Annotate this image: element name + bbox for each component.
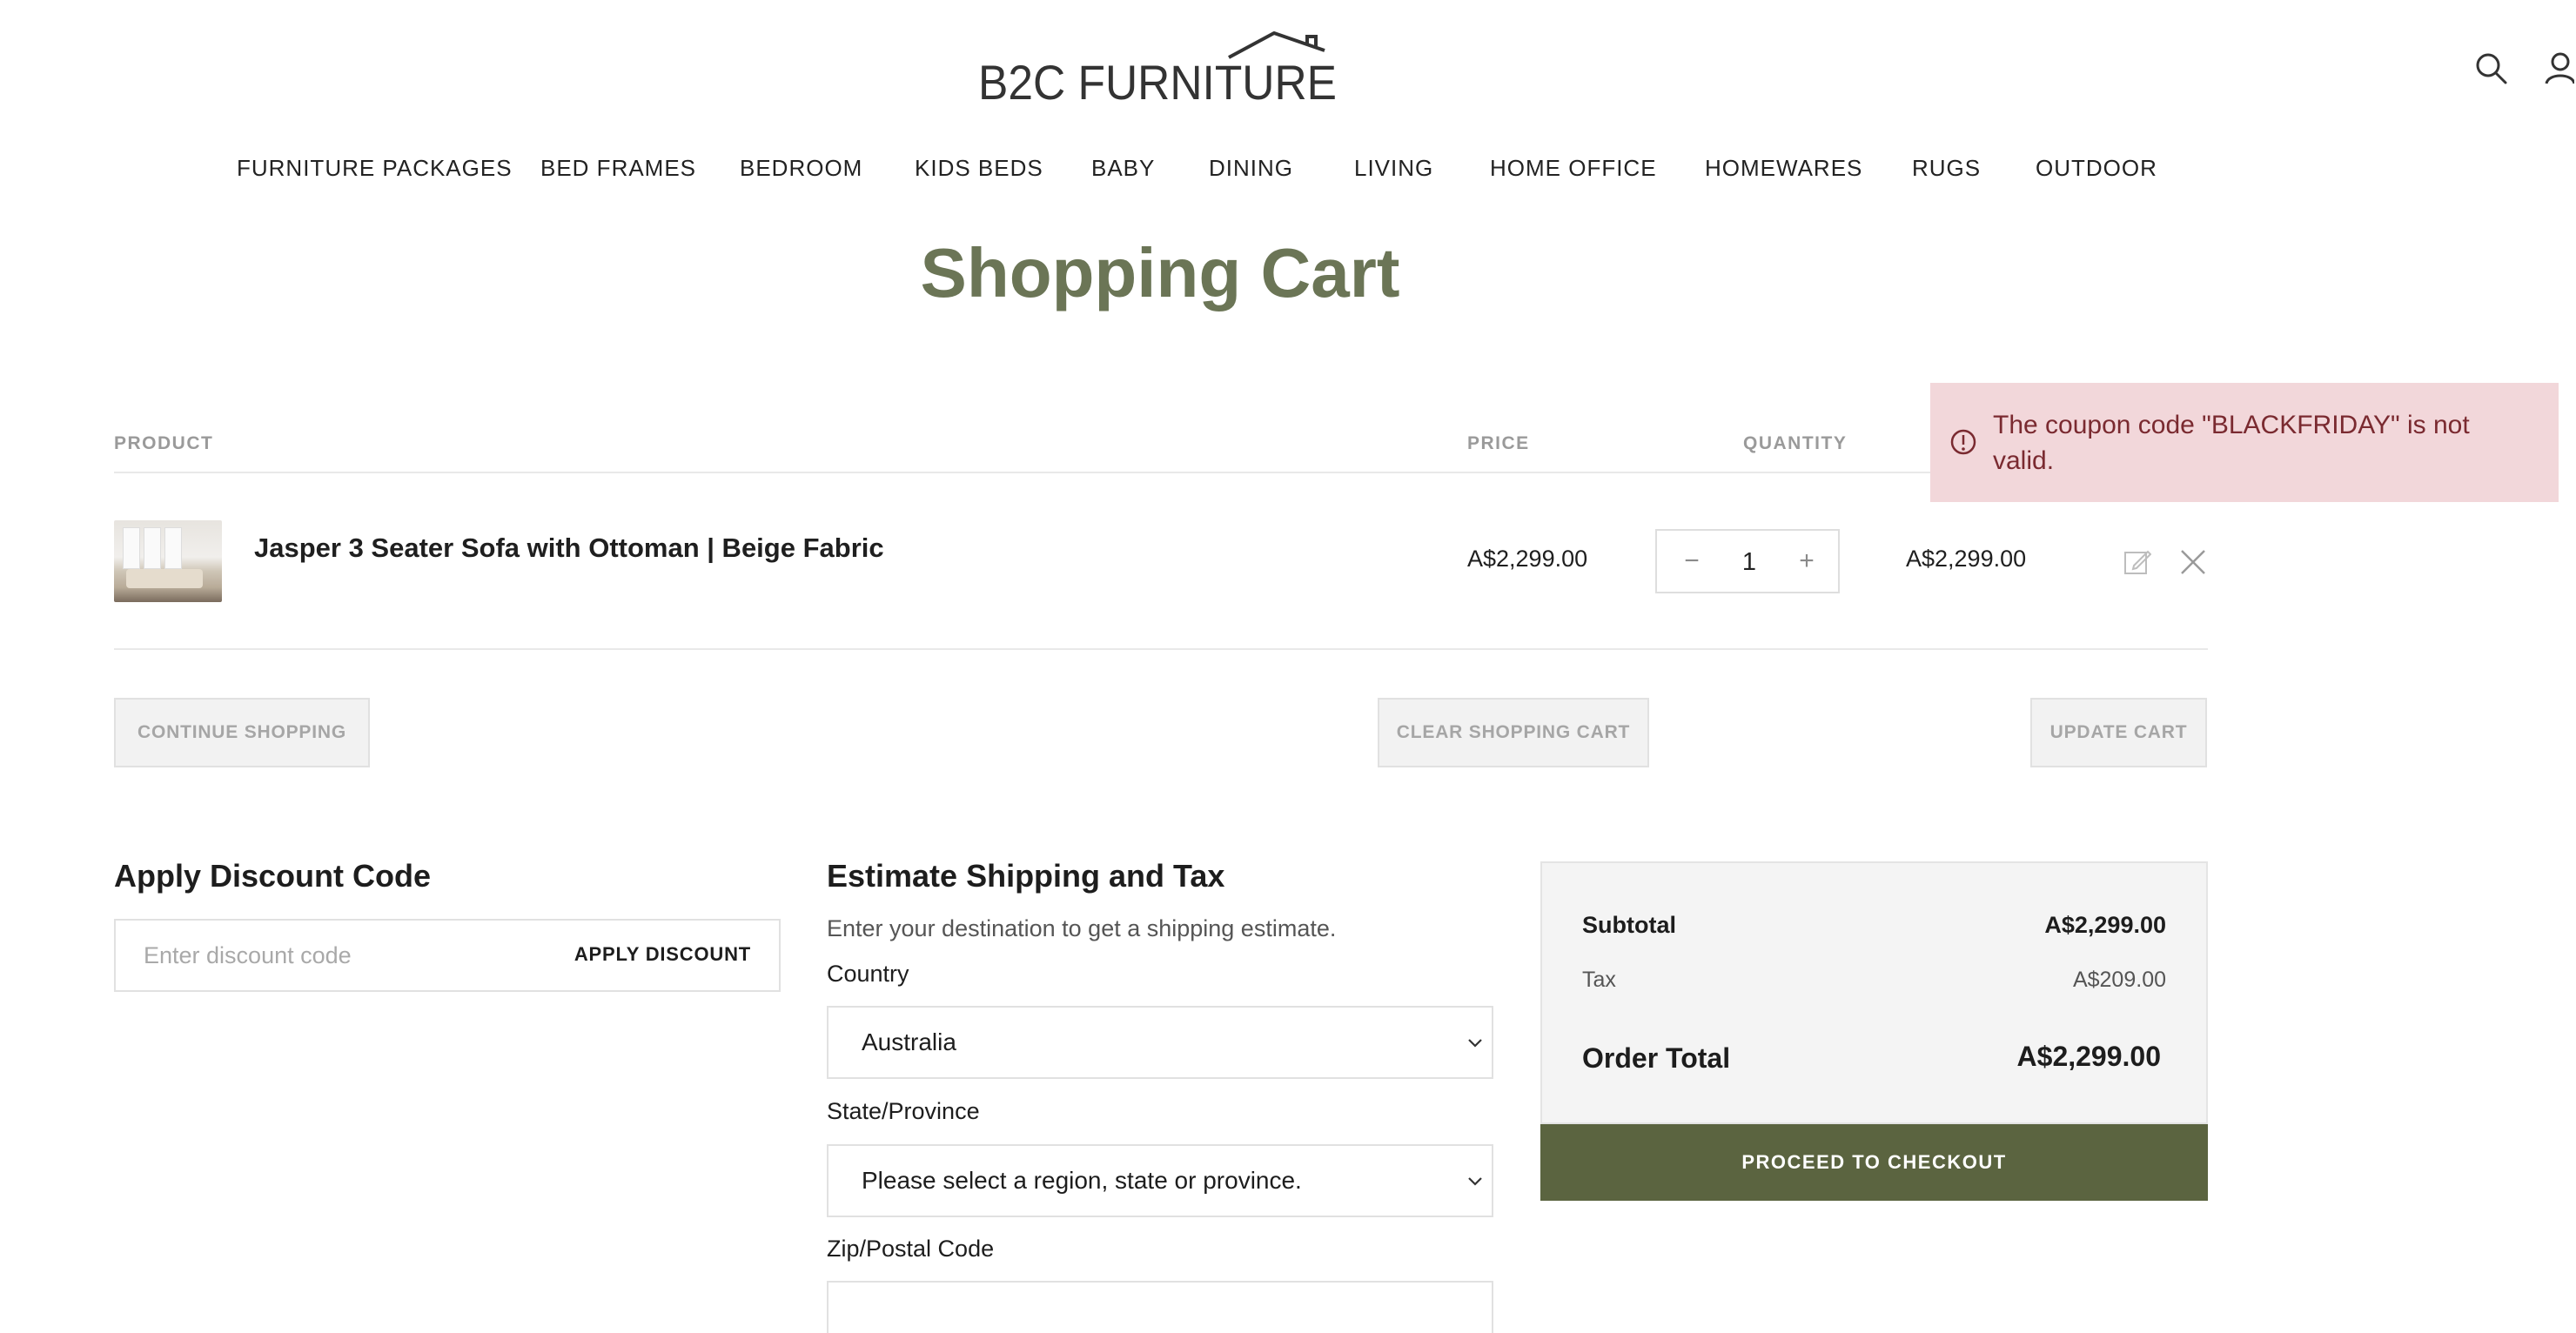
quantity-stepper: − 1 + bbox=[1655, 529, 1840, 593]
zip-input[interactable] bbox=[827, 1281, 1493, 1333]
discount-title: Apply Discount Code bbox=[114, 858, 432, 894]
proceed-to-checkout-button[interactable]: PROCEED TO CHECKOUT bbox=[1540, 1124, 2208, 1201]
column-header-price: PRICE bbox=[1467, 433, 1530, 453]
nav-kids-beds[interactable]: KIDS BEDS bbox=[915, 155, 1043, 182]
shipping-title: Estimate Shipping and Tax bbox=[827, 858, 1225, 894]
order-summary: Subtotal A$2,299.00 Tax A$209.00 Order T… bbox=[1540, 861, 2208, 1124]
update-cart-button[interactable]: UPDATE CART bbox=[2030, 698, 2207, 767]
error-message: The coupon code "BLACKFRIDAY" is not val… bbox=[1930, 383, 2559, 502]
chevron-down-icon bbox=[1466, 1034, 1485, 1053]
discount-code-input[interactable] bbox=[116, 921, 568, 990]
nav-rugs[interactable]: RUGS bbox=[1912, 155, 1981, 182]
subtotal-value: A$2,299.00 bbox=[2044, 912, 2166, 938]
alert-icon bbox=[1949, 428, 1977, 456]
qty-decrease-button[interactable]: − bbox=[1674, 546, 1709, 576]
product-price: A$2,299.00 bbox=[1467, 546, 1588, 572]
chevron-down-icon bbox=[1466, 1172, 1485, 1191]
logo[interactable]: B2C FURNITURE bbox=[976, 26, 1342, 110]
state-value: Please select a region, state or provinc… bbox=[862, 1167, 1302, 1194]
main-nav: FURNITURE PACKAGES BED FRAMES BEDROOM KI… bbox=[0, 155, 2576, 193]
shipping-subtitle: Enter your destination to get a shipping… bbox=[827, 915, 1337, 941]
state-label: State/Province bbox=[827, 1098, 980, 1124]
product-thumbnail[interactable] bbox=[114, 520, 222, 602]
user-icon[interactable] bbox=[2539, 50, 2576, 85]
subtotal-label: Subtotal bbox=[1582, 912, 1676, 938]
country-select[interactable]: Australia bbox=[827, 1006, 1493, 1079]
tax-label: Tax bbox=[1582, 968, 1616, 992]
nav-homewares[interactable]: HOMEWARES bbox=[1705, 155, 1862, 182]
product-name[interactable]: Jasper 3 Seater Sofa with Ottoman | Beig… bbox=[254, 533, 884, 564]
nav-outdoor[interactable]: OUTDOOR bbox=[2036, 155, 2157, 182]
continue-shopping-button[interactable]: CONTINUE SHOPPING bbox=[114, 698, 370, 767]
apply-discount-button[interactable]: APPLY DISCOUNT bbox=[574, 943, 751, 966]
country-value: Australia bbox=[862, 1028, 956, 1055]
nav-baby[interactable]: BABY bbox=[1091, 155, 1155, 182]
row-subtotal: A$2,299.00 bbox=[1906, 546, 2027, 572]
order-total-label: Order Total bbox=[1582, 1042, 1731, 1074]
search-icon[interactable] bbox=[2473, 50, 2508, 85]
header-divider bbox=[114, 472, 2208, 473]
page-title: Shopping Cart bbox=[920, 234, 1400, 311]
order-total-value: A$2,299.00 bbox=[2016, 1041, 2161, 1072]
logo-text: B2C FURNITURE bbox=[978, 55, 1337, 110]
zip-label: Zip/Postal Code bbox=[827, 1236, 995, 1262]
nav-furniture-packages[interactable]: FURNITURE PACKAGES bbox=[237, 155, 513, 182]
nav-bedroom[interactable]: BEDROOM bbox=[740, 155, 862, 182]
country-label: Country bbox=[827, 961, 909, 987]
error-message-text: The coupon code "BLACKFRIDAY" is not val… bbox=[1993, 411, 2470, 475]
column-header-quantity: QUANTITY bbox=[1743, 433, 1848, 453]
nav-home-office[interactable]: HOME OFFICE bbox=[1490, 155, 1657, 182]
clear-cart-button[interactable]: CLEAR SHOPPING CART bbox=[1378, 698, 1649, 767]
column-header-product: PRODUCT bbox=[114, 433, 214, 453]
qty-increase-button[interactable]: + bbox=[1789, 546, 1824, 576]
discount-form: APPLY DISCOUNT bbox=[114, 919, 781, 992]
nav-living[interactable]: LIVING bbox=[1354, 155, 1433, 182]
remove-item-icon[interactable] bbox=[2179, 548, 2207, 576]
row-divider bbox=[114, 648, 2208, 650]
qty-value[interactable]: 1 bbox=[1727, 548, 1772, 577]
nav-dining[interactable]: DINING bbox=[1209, 155, 1293, 182]
tax-value: A$209.00 bbox=[2072, 968, 2166, 992]
edit-icon[interactable] bbox=[2123, 548, 2152, 576]
nav-bed-frames[interactable]: BED FRAMES bbox=[540, 155, 696, 182]
state-select[interactable]: Please select a region, state or provinc… bbox=[827, 1144, 1493, 1217]
